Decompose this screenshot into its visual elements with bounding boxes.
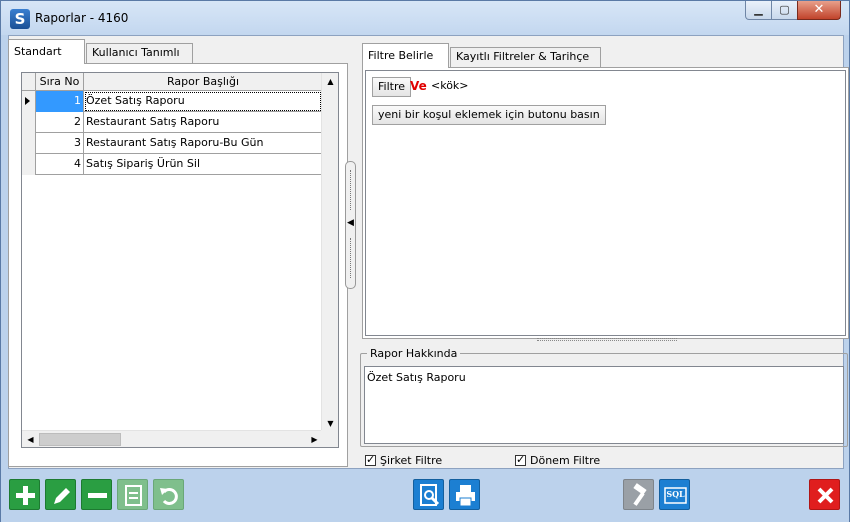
row-number: 3 [36, 133, 84, 154]
right-panel: Filtre Belirle Kayıtlı Filtreler & Tarih… [362, 43, 850, 343]
maximize-button[interactable]: ▢ [771, 1, 798, 20]
remove-button[interactable] [81, 479, 112, 510]
save-button[interactable] [117, 479, 148, 510]
undo-button[interactable] [153, 479, 184, 510]
checkbox-label: Şirket Filtre [380, 453, 443, 467]
minimize-button[interactable]: ▁ [745, 1, 772, 20]
pencil-icon [54, 488, 70, 504]
maximize-icon: ▢ [779, 3, 790, 16]
row-title: Restaurant Satış Raporu-Bu Gün [86, 136, 264, 149]
tab-kullanici-tanimli[interactable]: Kullanıcı Tanımlı [86, 43, 193, 63]
checkbox-box[interactable]: ✓ [365, 452, 376, 466]
grid-vertical-scrollbar[interactable]: ▲ ▼ [321, 73, 338, 432]
app-logo-letter: S [14, 10, 26, 28]
scroll-left-arrow-icon[interactable]: ◀ [22, 431, 39, 447]
report-about-group: Rapor Hakkında Özet Satış Raporu [360, 347, 848, 447]
row-title: Restaurant Satış Raporu [86, 115, 220, 128]
table-row[interactable]: 2 Restaurant Satış Raporu [22, 112, 322, 133]
filter-editor[interactable]: Filtre Ve <kök> yeni bir koşul eklemek i… [365, 70, 846, 336]
table-row[interactable]: 4 Satış Sipariş Ürün Sil [22, 154, 322, 175]
close-x-icon [817, 487, 834, 504]
right-tabs: Filtre Belirle Kayıtlı Filtreler & Tarih… [362, 43, 850, 68]
report-grid[interactable]: Sıra No Rapor Başlığı 1 Özet Satış Rapor… [21, 72, 339, 448]
left-panel: Standart Kullanıcı Tanımlı Sıra No Rapor… [8, 39, 348, 467]
check-icon: ✓ [366, 452, 376, 466]
collapse-left-icon[interactable]: ◀ [347, 218, 354, 228]
window-controls: ▁ ▢ ✕ [745, 1, 841, 21]
row-title: Özet Satış Raporu [84, 91, 322, 112]
grid-header: Sıra No Rapor Başlığı [22, 73, 322, 91]
hammer-icon [633, 483, 647, 506]
preview-button[interactable] [413, 479, 444, 510]
left-tabs: Standart Kullanıcı Tanımlı [8, 39, 348, 64]
minimize-icon: ▁ [754, 3, 763, 16]
grid-horizontal-scrollbar[interactable]: ◀ ▶ [22, 430, 323, 447]
column-header-sira-no[interactable]: Sıra No [36, 73, 84, 91]
print-button[interactable] [449, 479, 480, 510]
sql-button[interactable]: SQL [659, 479, 690, 510]
window-title: Raporlar - 4160 [35, 11, 129, 25]
tab-standart[interactable]: Standart [8, 39, 85, 64]
bottom-toolbar: SQL [1, 470, 849, 522]
plus-icon [16, 486, 35, 505]
row-number: 2 [36, 112, 84, 133]
row-indicator [22, 133, 36, 154]
report-window: S Raporlar - 4160 ▁ ▢ ✕ Standart Kullanı… [0, 0, 850, 522]
minus-icon [88, 493, 107, 498]
left-tab-page: Sıra No Rapor Başlığı 1 Özet Satış Rapor… [8, 63, 348, 467]
table-row[interactable]: 1 Özet Satış Raporu [22, 91, 322, 112]
edit-button[interactable] [45, 479, 76, 510]
scroll-up-arrow-icon[interactable]: ▲ [322, 73, 338, 90]
undo-icon [160, 488, 178, 505]
horizontal-splitter[interactable] [537, 338, 677, 341]
title-bar: S Raporlar - 4160 ▁ ▢ ✕ [1, 1, 849, 35]
check-icon: ✓ [516, 452, 526, 466]
row-title: Satış Sipariş Ürün Sil [86, 157, 200, 170]
column-header-rapor-basligi[interactable]: Rapor Başlığı [84, 73, 322, 91]
row-indicator [22, 91, 36, 112]
splitter-grip [350, 238, 351, 278]
close-icon: ✕ [813, 2, 825, 17]
tab-kayitli-filtreler[interactable]: Kayıtlı Filtreler & Tarihçe [450, 47, 601, 67]
row-pointer-icon [25, 97, 30, 105]
period-filter-checkbox[interactable]: ✓ Dönem Filtre [515, 453, 600, 467]
report-about-title: Rapor Hakkında [367, 347, 461, 360]
app-logo-icon[interactable]: S [10, 9, 30, 29]
row-indicator [22, 112, 36, 133]
row-number: 4 [36, 154, 84, 175]
panel-splitter[interactable]: ◀ [345, 161, 356, 289]
add-condition-button[interactable]: yeni bir koşul eklemek için butonu basın [372, 105, 606, 125]
checkbox-label: Dönem Filtre [530, 453, 601, 467]
tools-button[interactable] [623, 479, 654, 510]
indicator-header [22, 73, 36, 91]
save-icon [125, 485, 142, 506]
close-button[interactable] [809, 479, 840, 510]
filter-operator[interactable]: Ve [410, 79, 427, 93]
filter-root-node[interactable]: <kök> [431, 79, 469, 92]
printer-icon [456, 485, 475, 507]
checkbox-box[interactable]: ✓ [515, 452, 526, 466]
filter-button[interactable]: Filtre [372, 77, 412, 97]
company-filter-checkbox[interactable]: ✓ Şirket Filtre [365, 453, 442, 467]
sql-label: SQL [666, 489, 685, 499]
filter-tab-page: Filtre Ve <kök> yeni bir koşul eklemek i… [362, 67, 849, 339]
scrollbar-corner [321, 430, 338, 447]
close-window-button[interactable]: ✕ [797, 1, 841, 20]
splitter-grip [350, 170, 351, 210]
horizontal-scroll-thumb[interactable] [39, 433, 121, 446]
tab-filtre-belirle[interactable]: Filtre Belirle [362, 43, 449, 68]
magnifier-icon [420, 484, 440, 506]
table-row[interactable]: 3 Restaurant Satış Raporu-Bu Gün [22, 133, 322, 154]
row-number: 1 [36, 91, 84, 112]
add-button[interactable] [9, 479, 40, 510]
row-indicator [22, 154, 36, 175]
report-about-text[interactable]: Özet Satış Raporu [364, 366, 844, 444]
